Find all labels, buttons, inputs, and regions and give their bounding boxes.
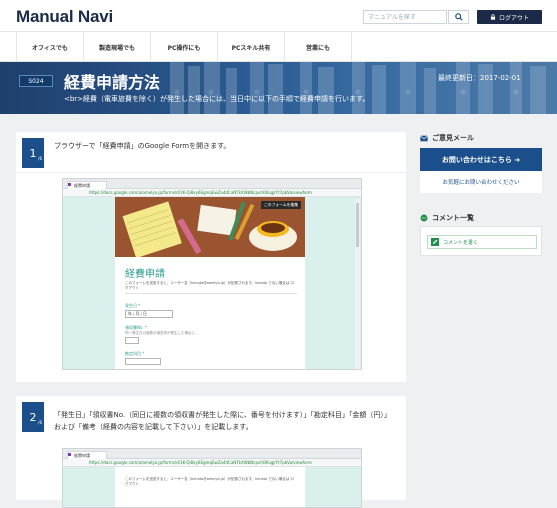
mail-heading: ご意見メール: [420, 132, 542, 144]
field-label-date: 発生日 *: [125, 303, 141, 308]
site-logo[interactable]: Manual Navi: [16, 7, 113, 27]
nav-item-sales[interactable]: 営業にも: [285, 32, 351, 62]
nav-divider: [351, 32, 352, 62]
step-total: /6: [38, 420, 42, 425]
browser-tab[interactable]: 経費申請: [67, 451, 107, 459]
browser-tab-bar: 経費申請: [63, 449, 361, 459]
pencil-icon: [431, 238, 439, 246]
search-icon: [454, 13, 463, 21]
form-card: 経費申請 このフォームを送信すると、ユーザー名（kimoto@amelya.jp…: [115, 257, 305, 369]
logout-label: ログアウト: [498, 14, 529, 22]
nav-item-factory[interactable]: 製造現場でも: [84, 32, 150, 62]
scrollbar-thumb[interactable]: [356, 203, 359, 247]
nav-item-pc-operation[interactable]: PC操作にも: [151, 32, 217, 62]
step-screenshot: 経費申請 https://docs.google.com/a/amelya.jp…: [62, 178, 362, 370]
step-number: 2: [29, 410, 37, 424]
write-comment-label: コメントを書く: [443, 239, 479, 246]
manual-id-badge: S024: [19, 75, 53, 87]
form-card: このフォームを送信すると、ユーザー名（kimoto@amelya.jp）が記録さ…: [115, 467, 305, 507]
field-label-account: 勘定科目 *: [125, 351, 145, 356]
contact-link[interactable]: お気軽にお問い合わせください: [420, 171, 542, 193]
logout-button[interactable]: ログアウト: [477, 10, 542, 24]
contact-button[interactable]: お問い合わせはこちら ➜: [420, 148, 542, 171]
forms-icon: [68, 453, 71, 456]
receipt-select[interactable]: [125, 337, 139, 344]
step-total: /6: [38, 156, 42, 161]
form-divider: [125, 293, 297, 294]
scrollbar[interactable]: [355, 199, 360, 369]
step-number: 1: [29, 146, 37, 160]
browser-tab-bar: 経費申請: [63, 179, 361, 189]
search-input[interactable]: マニュアルを探す: [363, 10, 447, 24]
step-divider: [16, 172, 406, 173]
address-bar[interactable]: https://docs.google.com/a/amelya.jp/form…: [63, 459, 361, 467]
sidebar: ご意見メール お問い合わせはこちら ➜ お気軽にお問い合わせください コメント一…: [420, 132, 542, 256]
date-input[interactable]: 年 / 月 / 日: [125, 310, 173, 318]
comment-box: コメントを書く: [420, 226, 542, 256]
main-nav: オフィスでも 製造現場でも PC操作にも PCスキル共有 営業にも: [0, 32, 557, 62]
lock-icon: [490, 14, 496, 20]
form-description: このフォームを送信すると、ユーザー名（kimoto@amelya.jp）が記録さ…: [125, 281, 294, 290]
nav-item-office[interactable]: オフィスでも: [17, 32, 83, 62]
envelope-icon: [420, 134, 428, 141]
step-number-badge: 1 /6: [22, 138, 44, 168]
page-title: 経費申請方法: [64, 73, 161, 92]
write-comment-button[interactable]: コメントを書く: [427, 235, 537, 249]
nav-item-pc-skill[interactable]: PCスキル共有: [218, 32, 284, 62]
mail-heading-text: ご意見メール: [432, 134, 474, 142]
step-screenshot: 経費申請 https://docs.google.com/a/amelya.jp…: [62, 448, 362, 508]
step-card-2: 2 /6 「発生日」「領収書No.（同日に複数の領収書が発生した際に、番号を付け…: [16, 396, 406, 508]
account-select[interactable]: [125, 358, 161, 365]
hero-banner: S024 経費申請方法 <br>経費（電車旅費を除く）が発生した場合には、当日中…: [0, 62, 557, 114]
step-description: ブラウザーで「経費申請」のGoogle Formを開きます。: [54, 142, 231, 150]
forms-icon: [68, 183, 71, 186]
top-header: Manual Navi マニュアルを探す ログアウト: [0, 0, 557, 32]
field-help: 同一発生日の複数の領収書が発生した場合に...: [125, 331, 199, 335]
browser-tab[interactable]: 経費申請: [67, 181, 107, 189]
form-description: このフォームを送信すると、ユーザー名（kimoto@amelya.jp）が記録さ…: [125, 477, 294, 486]
step-card-1: 1 /6 ブラウザーで「経費申請」のGoogle Formを開きます。 経費申請…: [16, 132, 406, 382]
last-updated: 最終更新日：2017-02-01: [438, 74, 521, 82]
address-bar[interactable]: https://docs.google.com/a/amelya.jp/form…: [63, 189, 361, 197]
comment-heading: コメント一覧: [420, 212, 474, 224]
step-description: 「発生日」「領収書No.（同日に複数の領収書が発生した際に、番号を付けます）」「…: [54, 411, 391, 431]
edit-form-button[interactable]: このフォームを編集: [261, 201, 301, 209]
form-title: 経費申請: [125, 269, 165, 280]
speech-bubble-icon: [420, 214, 428, 222]
step-number-badge: 2 /6: [22, 402, 44, 432]
search-button[interactable]: [448, 10, 469, 24]
comment-heading-text: コメント一覧: [432, 214, 474, 222]
page-subtitle: <br>経費（電車旅費を除く）が発生した場合には、当日中に以下の手順で経費申請を…: [64, 95, 370, 103]
